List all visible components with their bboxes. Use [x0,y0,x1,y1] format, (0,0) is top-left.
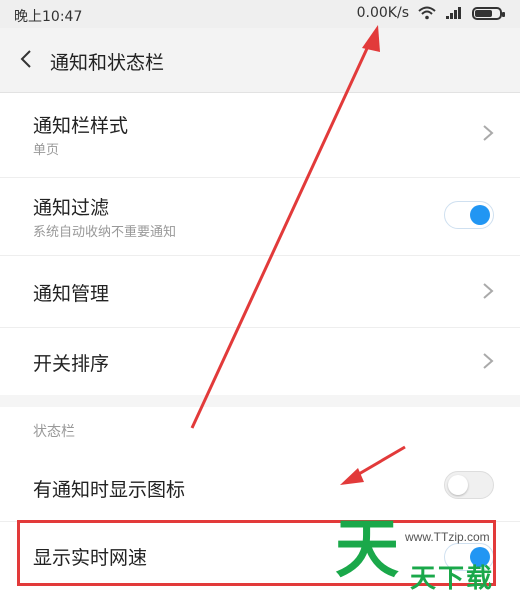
battery-icon [472,6,505,20]
chevron-right-icon [483,125,494,141]
setting-title: 通知过滤 [33,197,110,219]
status-right-group: 0.00K/s [356,5,505,21]
setting-show-icon-on-notification[interactable]: 有通知时显示图标 [0,449,520,522]
realtime-speed-toggle[interactable] [444,543,494,571]
toggle-knob [470,205,490,225]
notification-filter-toggle[interactable] [444,201,494,229]
setting-show-realtime-speed[interactable]: 显示实时网速 [0,521,520,605]
status-bar: 晚上10:47 0.00K/s [0,0,520,28]
setting-notification-filter[interactable]: 通知过滤 系统自动收纳不重要通知 [0,177,520,256]
setting-title: 有通知时显示图标 [33,479,186,501]
battery-fill [475,9,492,17]
setting-notification-management[interactable]: 通知管理 [0,255,520,328]
setting-title: 显示实时网速 [33,547,148,569]
signal-icon [446,7,461,19]
chevron-left-icon[interactable] [16,48,38,70]
wifi-icon [418,6,436,20]
setting-title: 通知栏样式 [33,115,129,137]
section-divider [0,395,520,407]
setting-subtitle: 系统自动收纳不重要通知 [33,225,177,240]
net-speed: 0.00K/s [356,5,409,21]
section-header-status-bar: 状态栏 [33,424,75,440]
chevron-right-icon [483,353,494,369]
setting-title: 通知管理 [33,283,110,305]
title-bar: 通知和状态栏 [0,28,520,93]
show-icon-toggle[interactable] [444,471,494,499]
page-title: 通知和状态栏 [50,52,165,74]
setting-subtitle: 单页 [33,143,60,158]
setting-title: 开关排序 [33,353,110,375]
setting-notification-style[interactable]: 通知栏样式 单页 [0,93,520,178]
toggle-knob [470,547,490,567]
setting-toggle-order[interactable]: 开关排序 [0,327,520,395]
status-time: 晚上10:47 [14,9,83,25]
chevron-right-icon [483,283,494,299]
settings-list: 通知栏样式 单页 通知过滤 系统自动收纳不重要通知 通知管理 开关排序 状态栏 … [0,93,520,605]
toggle-knob [448,475,468,495]
